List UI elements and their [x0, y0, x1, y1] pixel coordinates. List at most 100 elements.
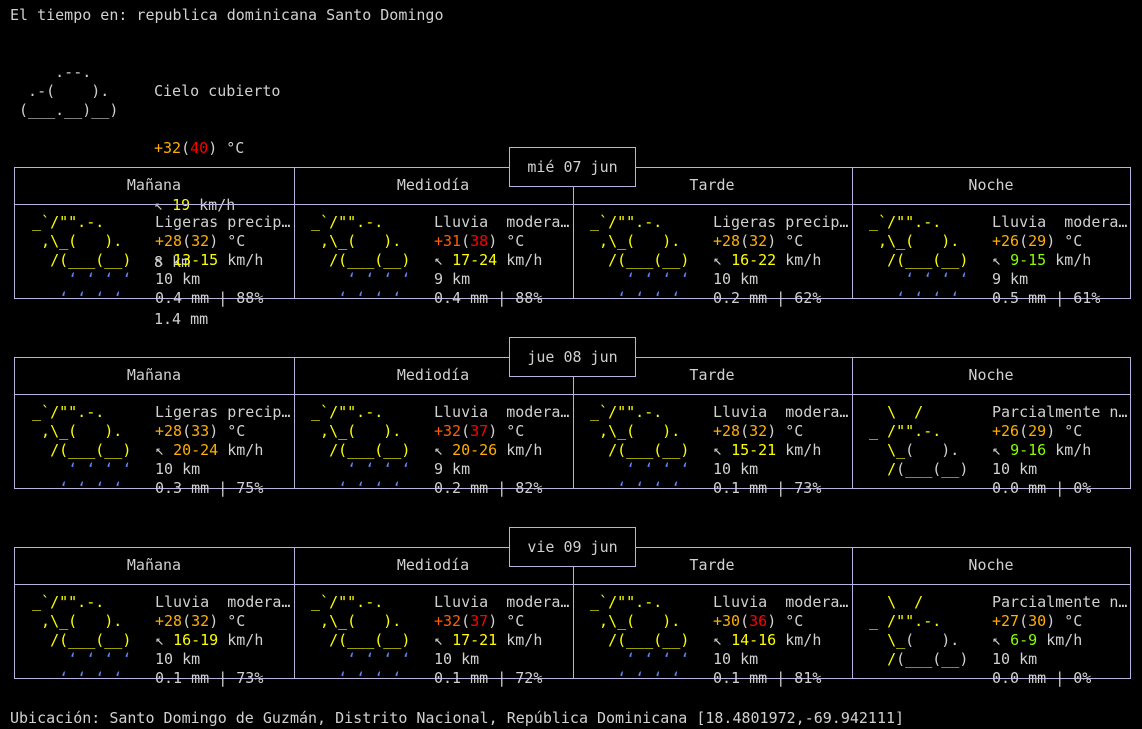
forecast-cell: _`/"".-. ,\_( ). /(___(__) ‘ ‘ ‘ ‘ ‘ ‘ ‘…: [573, 593, 851, 693]
wind-arrow-icon: ↖: [155, 631, 165, 649]
forecast-info: Lluvia modera… +28(32) °C ↖ 15-21 km/h 10 k…: [713, 403, 851, 498]
temperature: +26(29) °C: [992, 422, 1083, 440]
wind-arrow-icon: ↖: [992, 631, 1002, 649]
visibility: 10 km: [992, 460, 1038, 478]
condition: Lluvia modera…: [434, 213, 570, 231]
precipitation: 0.1 mm | 73%: [155, 669, 264, 687]
wind-arrow-icon: ↖: [713, 251, 723, 269]
condition: Ligeras precip…: [155, 213, 291, 231]
date-label: mié 07 jun: [509, 147, 636, 187]
condition: Lluvia modera…: [713, 593, 849, 611]
overcast-cloud-icon: .--. .-( ). (___.__)__): [19, 63, 119, 119]
temperature: +32(37) °C: [434, 612, 525, 630]
current-condition: Cielo cubierto: [154, 82, 281, 100]
rain-icon: _`/"".-. ,\_( ). /(___(__) ‘ ‘ ‘ ‘ ‘ ‘ ‘…: [23, 403, 150, 497]
condition: Lluvia modera…: [155, 593, 291, 611]
forecast-info: Ligeras precip… +28(32) °C ↖ 13-15 km/h 10 …: [155, 213, 293, 308]
visibility: 9 km: [992, 270, 1029, 288]
wind: ↖ 9-16 km/h: [992, 441, 1092, 459]
temperature: +28(32) °C: [713, 422, 804, 440]
wind-arrow-icon: ↖: [434, 441, 444, 459]
forecast-cell: \ / _ /"".-. \_( ). /(___(__) Parcialmen…: [852, 403, 1130, 503]
forecast-cell: _`/"".-. ,\_( ). /(___(__) ‘ ‘ ‘ ‘ ‘ ‘ ‘…: [573, 213, 851, 313]
condition: Parcialmente n…: [992, 403, 1128, 421]
visibility: 10 km: [434, 650, 480, 668]
rain-icon: _`/"".-. ,\_( ). /(___(__) ‘ ‘ ‘ ‘ ‘ ‘ ‘…: [302, 593, 429, 687]
period-label: Noche: [968, 556, 1014, 574]
wind-arrow-icon: ↖: [434, 631, 444, 649]
wind: ↖ 6-9 km/h: [992, 631, 1083, 649]
forecast-info: Ligeras precip… +28(33) °C ↖ 20-24 km/h 10 …: [155, 403, 293, 498]
wind: ↖ 15-21 km/h: [713, 441, 822, 459]
wind-arrow-icon: ↖: [155, 441, 165, 459]
condition: Parcialmente n…: [992, 593, 1128, 611]
rain-icon: _`/"".-. ,\_( ). /(___(__) ‘ ‘ ‘ ‘ ‘ ‘ ‘…: [860, 213, 987, 307]
precipitation: 0.1 mm | 72%: [434, 669, 543, 687]
partly-cloudy-icon: \ / _ /"".-. \_( ). /(___(__): [860, 403, 987, 478]
forecast-info: Ligeras precip… +28(32) °C ↖ 16-22 km/h 10 …: [713, 213, 851, 308]
condition: Ligeras precip…: [713, 213, 849, 231]
precipitation: 0.5 mm | 61%: [992, 289, 1101, 307]
temperature: +32(37) °C: [434, 422, 525, 440]
wind: ↖ 20-24 km/h: [155, 441, 264, 459]
precipitation: 0.4 mm | 88%: [434, 289, 543, 307]
period-label: Mañana: [126, 556, 182, 574]
wind: ↖ 13-15 km/h: [155, 251, 264, 269]
forecast-cell: _`/"".-. ,\_( ). /(___(__) ‘ ‘ ‘ ‘ ‘ ‘ ‘…: [294, 213, 572, 313]
precipitation: 0.2 mm | 62%: [713, 289, 822, 307]
rain-icon: _`/"".-. ,\_( ). /(___(__) ‘ ‘ ‘ ‘ ‘ ‘ ‘…: [23, 593, 150, 687]
visibility: 10 km: [713, 650, 759, 668]
precipitation: 0.1 mm | 81%: [713, 669, 822, 687]
rain-icon: _`/"".-. ,\_( ). /(___(__) ‘ ‘ ‘ ‘ ‘ ‘ ‘…: [581, 403, 708, 497]
forecast-day: Mañana Mediodía Tarde Noche _`/"".-. ,\_( )…: [14, 527, 1131, 687]
precipitation: 0.3 mm | 75%: [155, 479, 264, 497]
temperature: +26(29) °C: [992, 232, 1083, 250]
date-label: vie 09 jun: [509, 527, 636, 567]
forecast-cell: _`/"".-. ,\_( ). /(___(__) ‘ ‘ ‘ ‘ ‘ ‘ ‘…: [852, 213, 1130, 313]
forecast-cell: _`/"".-. ,\_( ). /(___(__) ‘ ‘ ‘ ‘ ‘ ‘ ‘…: [294, 593, 572, 693]
forecast-cell: _`/"".-. ,\_( ). /(___(__) ‘ ‘ ‘ ‘ ‘ ‘ ‘…: [294, 403, 572, 503]
condition: Ligeras precip…: [155, 403, 291, 421]
forecast-info: Lluvia modera… +28(32) °C ↖ 16-19 km/h 10 k…: [155, 593, 293, 688]
forecast-cell: \ / _ /"".-. \_( ). /(___(__) Parcialmen…: [852, 593, 1130, 693]
forecast-day: Mañana Mediodía Tarde Noche _`/"".-. ,\_( )…: [14, 147, 1131, 307]
rain-icon: _`/"".-. ,\_( ). /(___(__) ‘ ‘ ‘ ‘ ‘ ‘ ‘…: [581, 593, 708, 687]
visibility: 10 km: [155, 270, 201, 288]
rain-icon: _`/"".-. ,\_( ). /(___(__) ‘ ‘ ‘ ‘ ‘ ‘ ‘…: [302, 213, 429, 307]
wind: ↖ 20-26 km/h: [434, 441, 543, 459]
wind: ↖ 17-24 km/h: [434, 251, 543, 269]
wind-arrow-icon: ↖: [992, 251, 1002, 269]
condition: Lluvia modera…: [434, 403, 570, 421]
forecast-info: Lluvia modera… +32(37) °C ↖ 17-21 km/h 10 k…: [434, 593, 572, 688]
forecast-info: Parcialmente n… +27(30) °C ↖ 6-9 km/h 10 km…: [992, 593, 1130, 688]
temperature: +28(32) °C: [155, 232, 246, 250]
forecast-info: Lluvia modera… +31(38) °C ↖ 17-24 km/h 9 km…: [434, 213, 572, 308]
wind-arrow-icon: ↖: [713, 441, 723, 459]
wind-arrow-icon: ↖: [155, 251, 165, 269]
precipitation: 0.2 mm | 82%: [434, 479, 543, 497]
forecast-info: Lluvia modera… +30(36) °C ↖ 14-16 km/h 10 k…: [713, 593, 851, 688]
condition: Lluvia modera…: [992, 213, 1128, 231]
location-footer: Ubicación: Santo Domingo de Guzmán, Dist…: [10, 709, 905, 727]
forecast-cell: _`/"".-. ,\_( ). /(___(__) ‘ ‘ ‘ ‘ ‘ ‘ ‘…: [15, 593, 293, 693]
period-label: Noche: [968, 366, 1014, 384]
forecast-info: Parcialmente n… +26(29) °C ↖ 9-16 km/h 10 k…: [992, 403, 1130, 498]
visibility: 10 km: [992, 650, 1038, 668]
visibility: 9 km: [434, 270, 471, 288]
period-label: Mañana: [126, 366, 182, 384]
temperature: +28(33) °C: [155, 422, 246, 440]
wind: ↖ 14-16 km/h: [713, 631, 822, 649]
precipitation: 0.1 mm | 73%: [713, 479, 822, 497]
forecast-cell: _`/"".-. ,\_( ). /(___(__) ‘ ‘ ‘ ‘ ‘ ‘ ‘…: [15, 213, 293, 313]
forecast-cell: _`/"".-. ,\_( ). /(___(__) ‘ ‘ ‘ ‘ ‘ ‘ ‘…: [15, 403, 293, 503]
visibility: 10 km: [155, 460, 201, 478]
precipitation: 0.0 mm | 0%: [992, 669, 1092, 687]
forecast-info: Lluvia modera… +26(29) °C ↖ 9-15 km/h 9 km 0…: [992, 213, 1130, 308]
wind: ↖ 9-15 km/h: [992, 251, 1092, 269]
rain-icon: _`/"".-. ,\_( ). /(___(__) ‘ ‘ ‘ ‘ ‘ ‘ ‘…: [302, 403, 429, 497]
temperature: +28(32) °C: [713, 232, 804, 250]
period-label: Noche: [968, 176, 1014, 194]
forecast-info: Lluvia modera… +32(37) °C ↖ 20-26 km/h 9 km…: [434, 403, 572, 498]
precipitation: 0.0 mm | 0%: [992, 479, 1092, 497]
wind-arrow-icon: ↖: [992, 441, 1002, 459]
